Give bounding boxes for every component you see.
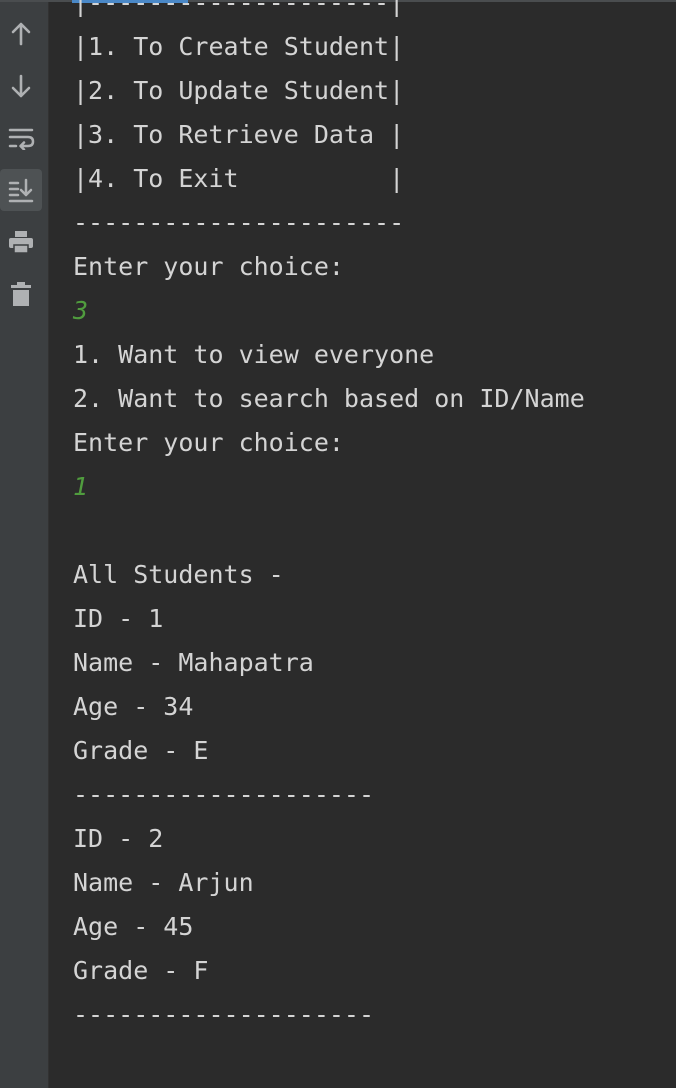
menu-item-exit: |4. To Exit | [73, 164, 405, 193]
trash-icon [9, 280, 33, 308]
clear-all-button[interactable] [0, 273, 42, 315]
student-name: Name - Mahapatra [73, 648, 314, 677]
student-age: Age - 34 [73, 692, 194, 721]
menu-item-retrieve: |3. To Retrieve Data | [73, 120, 405, 149]
student-separator: -------------------- [73, 1000, 375, 1029]
all-students-header: All Students - [73, 560, 284, 589]
user-input: 3 [73, 296, 89, 325]
scroll-to-end-button[interactable] [0, 169, 42, 211]
menu-item-create: |1. To Create Student| [73, 32, 405, 61]
soft-wrap-icon [7, 126, 35, 150]
print-icon [7, 229, 35, 255]
student-name: Name - Arjun [73, 868, 254, 897]
student-grade: Grade - F [73, 956, 209, 985]
choice-prompt: Enter your choice: [73, 252, 344, 281]
down-button[interactable] [0, 65, 42, 107]
run-console-window: |--------------------| |1. To Create Stu… [0, 0, 676, 1088]
print-button[interactable] [0, 221, 42, 263]
user-input: 1 [73, 472, 89, 501]
scroll-to-end-icon [7, 177, 35, 203]
student-id: ID - 2 [73, 824, 164, 853]
menu-top-border: |--------------------| [73, 0, 405, 17]
up-button[interactable] [0, 13, 42, 55]
student-grade: Grade - E [73, 736, 209, 765]
choice-prompt: Enter your choice: [73, 428, 344, 457]
menu-item-update: |2. To Update Student| [73, 76, 405, 105]
student-id: ID - 1 [73, 604, 164, 633]
retrieve-option-search: 2. Want to search based on ID/Name [73, 384, 585, 413]
student-separator: -------------------- [73, 780, 375, 809]
arrow-up-icon [9, 21, 33, 47]
console-toolbar [0, 0, 49, 1088]
arrow-down-icon [9, 73, 33, 99]
menu-bottom-border: ---------------------- [73, 208, 405, 237]
soft-wrap-button[interactable] [0, 117, 42, 159]
retrieve-option-view-all: 1. Want to view everyone [73, 340, 435, 369]
console-output[interactable]: |--------------------| |1. To Create Stu… [73, 0, 676, 1088]
student-age: Age - 45 [73, 912, 194, 941]
